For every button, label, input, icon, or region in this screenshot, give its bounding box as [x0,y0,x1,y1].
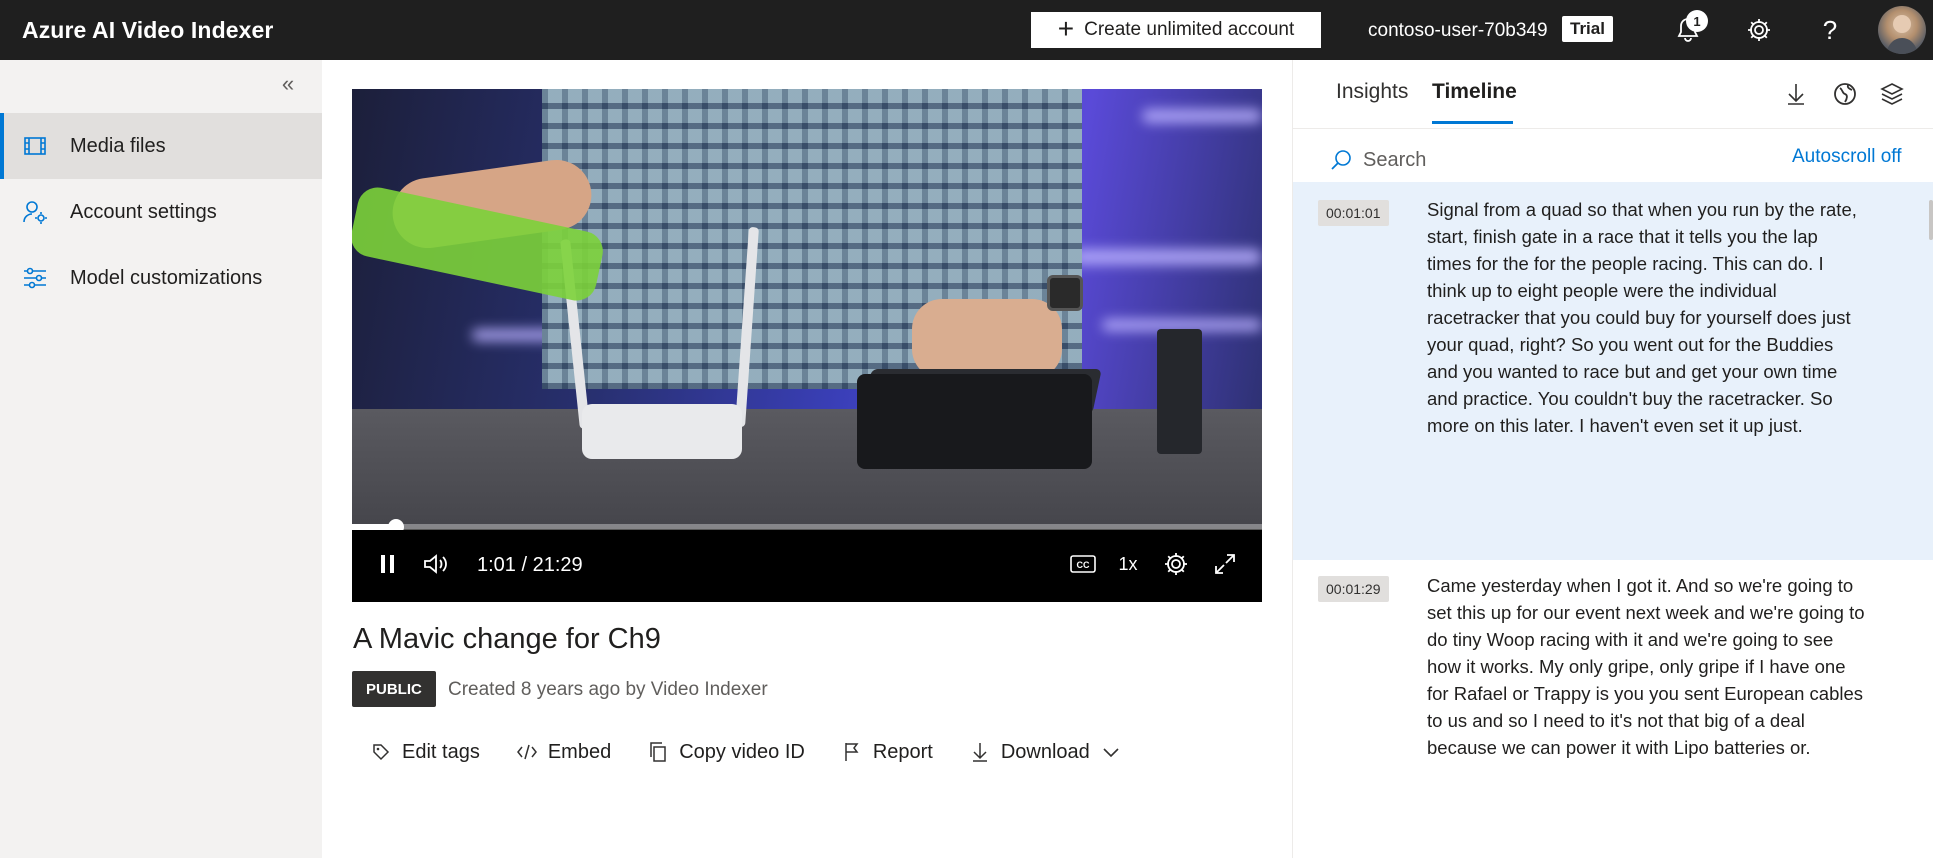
action-label: Report [872,740,933,763]
video-actions-toolbar: Edit tags Embed Copy video ID Report Dow… [370,736,1158,768]
sidebar-item-label: Model customizations [70,266,263,289]
film-icon [22,133,48,159]
player-controls: 1:01 / 21:29 CC 1x [352,530,1262,602]
fullscreen-button[interactable] [1209,548,1241,580]
sidebar: « Media files Account settings Model cus… [0,60,322,858]
copy-icon [647,741,669,763]
segment-text: Came yesterday when I got it. And so we'… [1427,575,1865,758]
volume-button[interactable] [420,548,452,580]
transcript-segment[interactable]: 00:01:01 Signal from a quad so that when… [1293,182,1933,560]
download-icon [969,741,991,763]
expand-icon [1215,554,1235,574]
profile-photo-icon [1886,15,1918,54]
code-icon [516,741,538,763]
panel-divider [1293,128,1933,129]
search-input[interactable] [1363,148,1693,172]
sidebar-item-account-settings[interactable]: Account settings [0,179,322,245]
globe-icon [1834,83,1856,105]
flag-icon [841,741,863,763]
user-settings-icon [22,199,48,225]
player-settings-button[interactable] [1160,548,1192,580]
sliders-icon [22,265,48,291]
copy-video-id-button[interactable]: Copy video ID [647,741,805,764]
help-icon: ? [1822,14,1838,45]
top-bar: Azure AI Video Indexer + Create unlimite… [0,0,1933,60]
speed-label: 1x [1118,553,1138,574]
help-button[interactable]: ? [1814,14,1846,46]
plus-icon: + [1057,12,1075,44]
time-display: 1:01 / 21:29 [477,554,583,576]
pause-button[interactable] [372,548,404,580]
cc-icon: CC [1070,555,1096,573]
transcript-segment[interactable]: 00:01:29 Came yesterday when I got it. A… [1293,560,1933,858]
insights-panel: Insights Timeline Autoscroll off 00:01:0… [1292,60,1933,858]
video-title: A Mavic change for Ch9 [353,623,661,655]
panel-download-button[interactable] [1782,80,1810,108]
transcript-search [1329,140,1709,180]
user-name[interactable]: contoso-user-70b349 [1368,20,1548,42]
scrollbar-thumb[interactable] [1929,200,1933,240]
gear-icon [1748,19,1770,41]
language-button[interactable] [1831,80,1859,108]
tab-timeline[interactable]: Timeline [1432,80,1517,104]
settings-button[interactable] [1743,14,1775,46]
chevron-down-icon [1100,741,1122,763]
search-icon [1331,150,1351,170]
action-label: Edit tags [402,740,480,763]
visibility-badge: PUBLIC [352,671,436,707]
action-label: Download [1000,740,1090,763]
edit-tags-button[interactable]: Edit tags [370,741,480,764]
layers-icon [1880,83,1904,105]
trial-badge: Trial [1562,16,1613,42]
double-chevron-left-icon: « [281,71,295,96]
segment-text: Signal from a quad so that when you run … [1427,199,1857,436]
playback-speed-button[interactable]: 1x [1112,548,1144,580]
sidebar-item-label: Account settings [70,200,217,223]
download-icon [1788,84,1804,105]
volume-icon [424,554,447,574]
collapse-sidebar-button[interactable]: « [276,71,300,96]
tab-insights[interactable]: Insights [1336,80,1408,104]
action-label: Copy video ID [679,740,805,763]
embed-button[interactable]: Embed [516,741,611,764]
create-account-label: Create unlimited account [1084,19,1295,40]
sidebar-item-model-customizations[interactable]: Model customizations [0,245,322,311]
pause-icon [381,555,394,573]
sidebar-item-media-files[interactable]: Media files [0,113,322,179]
segment-timestamp[interactable]: 00:01:01 [1318,200,1389,226]
autoscroll-toggle[interactable]: Autoscroll off [1792,146,1901,168]
sidebar-item-label: Media files [70,134,166,157]
view-options-button[interactable] [1878,80,1906,108]
app-title[interactable]: Azure AI Video Indexer [22,17,273,44]
action-label: Embed [547,740,612,763]
video-player[interactable]: 1:01 / 21:29 CC 1x [352,89,1262,602]
closed-captions-button[interactable]: CC [1067,548,1099,580]
tag-icon [370,741,392,763]
create-unlimited-account-button[interactable]: + Create unlimited account [1031,12,1321,48]
active-tab-indicator [1432,121,1513,124]
segment-timestamp[interactable]: 00:01:29 [1318,576,1389,602]
video-frame [352,89,1262,529]
notification-count-badge: 1 [1686,10,1708,32]
gear-icon [1165,553,1187,575]
avatar[interactable] [1878,6,1926,54]
download-button[interactable]: Download [969,741,1122,764]
report-button[interactable]: Report [841,741,933,764]
svg-text:CC: CC [1077,560,1090,570]
created-info: Created 8 years ago by Video Indexer [448,679,768,700]
